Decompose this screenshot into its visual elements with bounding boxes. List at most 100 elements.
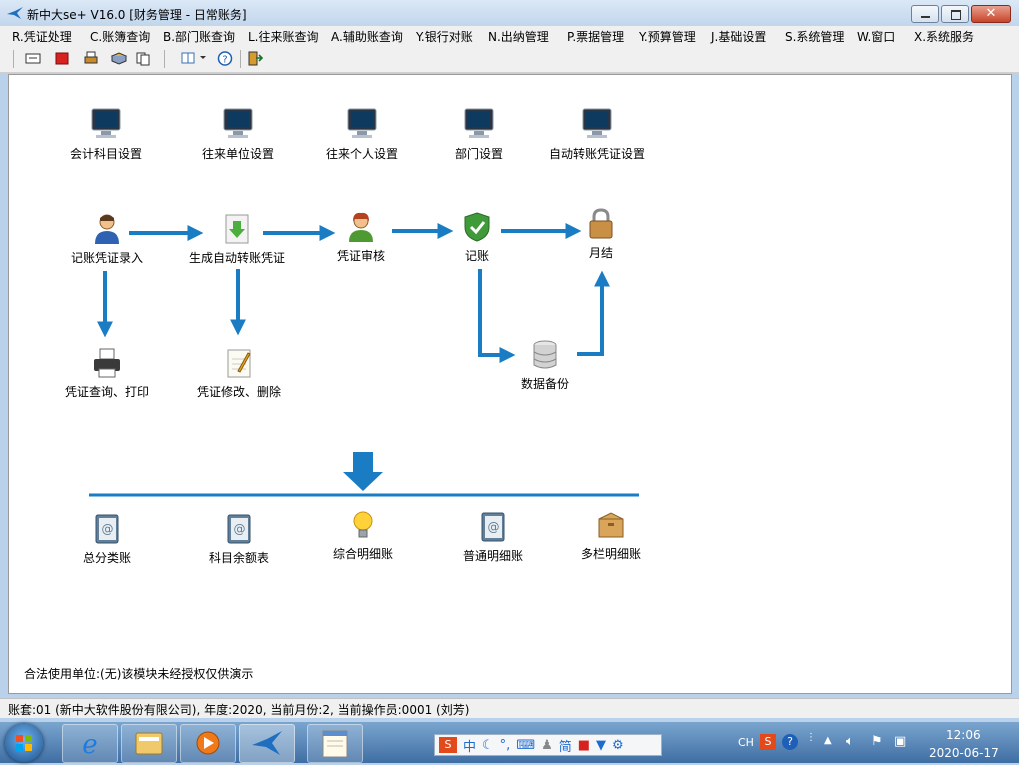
node-label: 月结 xyxy=(588,246,613,260)
help-icon[interactable]: ? xyxy=(216,50,234,67)
flow-arrows xyxy=(89,223,639,497)
node-label: 综合明细账 xyxy=(332,547,393,561)
node-label: 总分类账 xyxy=(82,551,131,565)
node-month-close[interactable]: 月结 xyxy=(581,208,621,261)
menu-cashier[interactable]: N.出纳管理 xyxy=(488,28,549,45)
menu-contact-query[interactable]: L.往来账查询 xyxy=(248,28,319,45)
folder-icon xyxy=(135,732,163,755)
maximize-button[interactable] xyxy=(941,5,969,23)
node-account-balance[interactable]: @ 科目余额表 xyxy=(203,513,275,566)
clock-date[interactable]: 2020-06-17 xyxy=(929,746,999,760)
node-data-backup[interactable]: 数据备份 xyxy=(515,339,575,392)
copy-icon[interactable] xyxy=(134,50,152,67)
menu-system-service[interactable]: X.系统服务 xyxy=(914,28,974,45)
punctuation-icon[interactable]: °, xyxy=(500,738,511,753)
node-accounts-setup[interactable]: 会计科目设置 xyxy=(68,107,144,162)
workflow-panel: 会计科目设置 往来单位设置 往来个人设置 部门设置 自动转账凭证设置 记账凭证录… xyxy=(8,74,1012,694)
address-book-icon: @ xyxy=(481,512,505,542)
title-bar: 新中大se+ V16.0 [财务管理 - 日常账务] ✕ xyxy=(0,0,1019,26)
network-icon[interactable]: ▣ xyxy=(894,734,906,749)
node-voucher-audit[interactable]: 凭证审核 xyxy=(329,211,393,264)
close-button[interactable]: ✕ xyxy=(971,5,1011,23)
toolbar-separator xyxy=(164,50,165,68)
monitor-icon xyxy=(464,108,494,138)
print-icon[interactable] xyxy=(82,50,100,67)
node-summary-detail[interactable]: 综合明细账 xyxy=(327,509,399,562)
ime-simplified[interactable]: 简 xyxy=(559,736,572,755)
shield-check-icon xyxy=(464,212,490,242)
ime-language[interactable]: CH xyxy=(738,736,754,749)
toolbar-separator xyxy=(240,50,241,68)
node-label: 普通明细账 xyxy=(462,549,523,563)
help-tray-icon[interactable]: ? xyxy=(782,734,798,750)
menu-notes[interactable]: P.票据管理 xyxy=(567,28,624,45)
moon-icon[interactable]: ☾ xyxy=(482,738,494,753)
monitor-icon xyxy=(582,108,612,138)
show-hidden-icons[interactable]: ▲ xyxy=(824,735,832,746)
taskbar-internet-explorer[interactable]: e xyxy=(62,724,118,763)
taskbar-file-explorer[interactable] xyxy=(121,724,177,763)
notepad-pencil-icon xyxy=(227,349,251,378)
menu-basic-settings[interactable]: J.基础设置 xyxy=(711,28,766,45)
book-icon[interactable] xyxy=(110,50,128,67)
exit-icon[interactable] xyxy=(246,50,264,67)
taskbar-notepad[interactable] xyxy=(307,724,363,763)
node-auto-transfer-setup[interactable]: 自动转账凭证设置 xyxy=(547,107,647,162)
node-normal-detail[interactable]: @ 普通明细账 xyxy=(457,511,529,564)
menu-window[interactable]: W.窗口 xyxy=(857,28,895,45)
keyboard-icon[interactable]: ⌨ xyxy=(516,738,535,753)
svg-text:e: e xyxy=(82,730,97,760)
svg-text:@: @ xyxy=(488,520,500,534)
node-persons-setup[interactable]: 往来个人设置 xyxy=(323,107,401,162)
app-logo-icon xyxy=(252,731,282,755)
address-book-icon: @ xyxy=(227,514,251,544)
close-icon: ✕ xyxy=(985,6,997,21)
node-general-ledger[interactable]: @ 总分类账 xyxy=(79,513,135,566)
node-label: 凭证修改、删除 xyxy=(196,385,281,399)
down-arrow-to-ledgers xyxy=(343,452,383,491)
node-voucher-entry[interactable]: 记账凭证录入 xyxy=(65,213,149,266)
menu-bar: R.凭证处理 C.账簿查询 B.部门账查询 L.往来账查询 A.辅助账查询 Y.… xyxy=(0,26,1019,46)
ime-logo-icon[interactable]: S xyxy=(439,737,457,753)
clock-time[interactable]: 12:06 xyxy=(946,728,981,742)
node-label: 往来单位设置 xyxy=(201,147,274,161)
start-button[interactable] xyxy=(5,724,43,762)
menu-dept-query[interactable]: B.部门账查询 xyxy=(163,28,235,45)
minimize-button[interactable] xyxy=(911,5,939,23)
taskbar-app-active[interactable] xyxy=(239,724,295,763)
node-departments-setup[interactable]: 部门设置 xyxy=(451,107,507,162)
windows-logo-icon xyxy=(16,735,32,751)
menu-ledger-query[interactable]: C.账簿查询 xyxy=(90,28,150,45)
layout-dropdown-icon[interactable] xyxy=(180,50,210,67)
menu-bank-reconcile[interactable]: Y.银行对账 xyxy=(416,28,473,45)
taskbar-media-player[interactable] xyxy=(180,724,236,763)
minimize-icon xyxy=(921,16,930,18)
menu-voucher[interactable]: R.凭证处理 xyxy=(12,28,72,45)
gear-icon[interactable]: ⚙ xyxy=(612,738,624,753)
camera-icon[interactable]: ■ xyxy=(578,738,590,753)
status-text: 账套:01 (新中大软件股份有限公司), 年度:2020, 当前月份:2, 当前… xyxy=(8,703,470,717)
node-posting[interactable]: 记账 xyxy=(457,211,497,264)
volume-icon[interactable]: 🔈︎ xyxy=(846,734,854,749)
node-generate-auto-voucher[interactable]: 生成自动转账凭证 xyxy=(185,213,289,266)
menu-system[interactable]: S.系统管理 xyxy=(785,28,844,45)
node-units-setup[interactable]: 往来单位设置 xyxy=(199,107,277,162)
node-label: 会计科目设置 xyxy=(69,147,142,161)
menu-budget[interactable]: Y.预算管理 xyxy=(639,28,696,45)
keyboard-icon[interactable] xyxy=(24,50,42,67)
node-voucher-query-print[interactable]: 凭证查询、打印 xyxy=(61,347,153,400)
node-label: 生成自动转账凭证 xyxy=(188,251,285,265)
user-icon[interactable]: ♟ xyxy=(541,738,553,753)
stop-icon[interactable] xyxy=(53,50,71,67)
menu-aux-query[interactable]: A.辅助账查询 xyxy=(331,28,403,45)
shirt-icon[interactable]: ▼ xyxy=(596,738,606,753)
node-label: 部门设置 xyxy=(454,147,503,161)
ime-mode-chinese[interactable]: 中 xyxy=(463,736,476,755)
node-voucher-modify-delete[interactable]: 凭证修改、删除 xyxy=(193,347,285,400)
action-center-icon[interactable]: ⚑ xyxy=(871,734,883,749)
node-multi-column-detail[interactable]: 多栏明细账 xyxy=(575,509,647,562)
media-player-icon xyxy=(196,731,220,755)
ime-options-icon[interactable]: ⋮ xyxy=(806,732,816,743)
ime-tray-icon[interactable]: S xyxy=(760,734,776,750)
notepad-icon xyxy=(322,730,348,758)
